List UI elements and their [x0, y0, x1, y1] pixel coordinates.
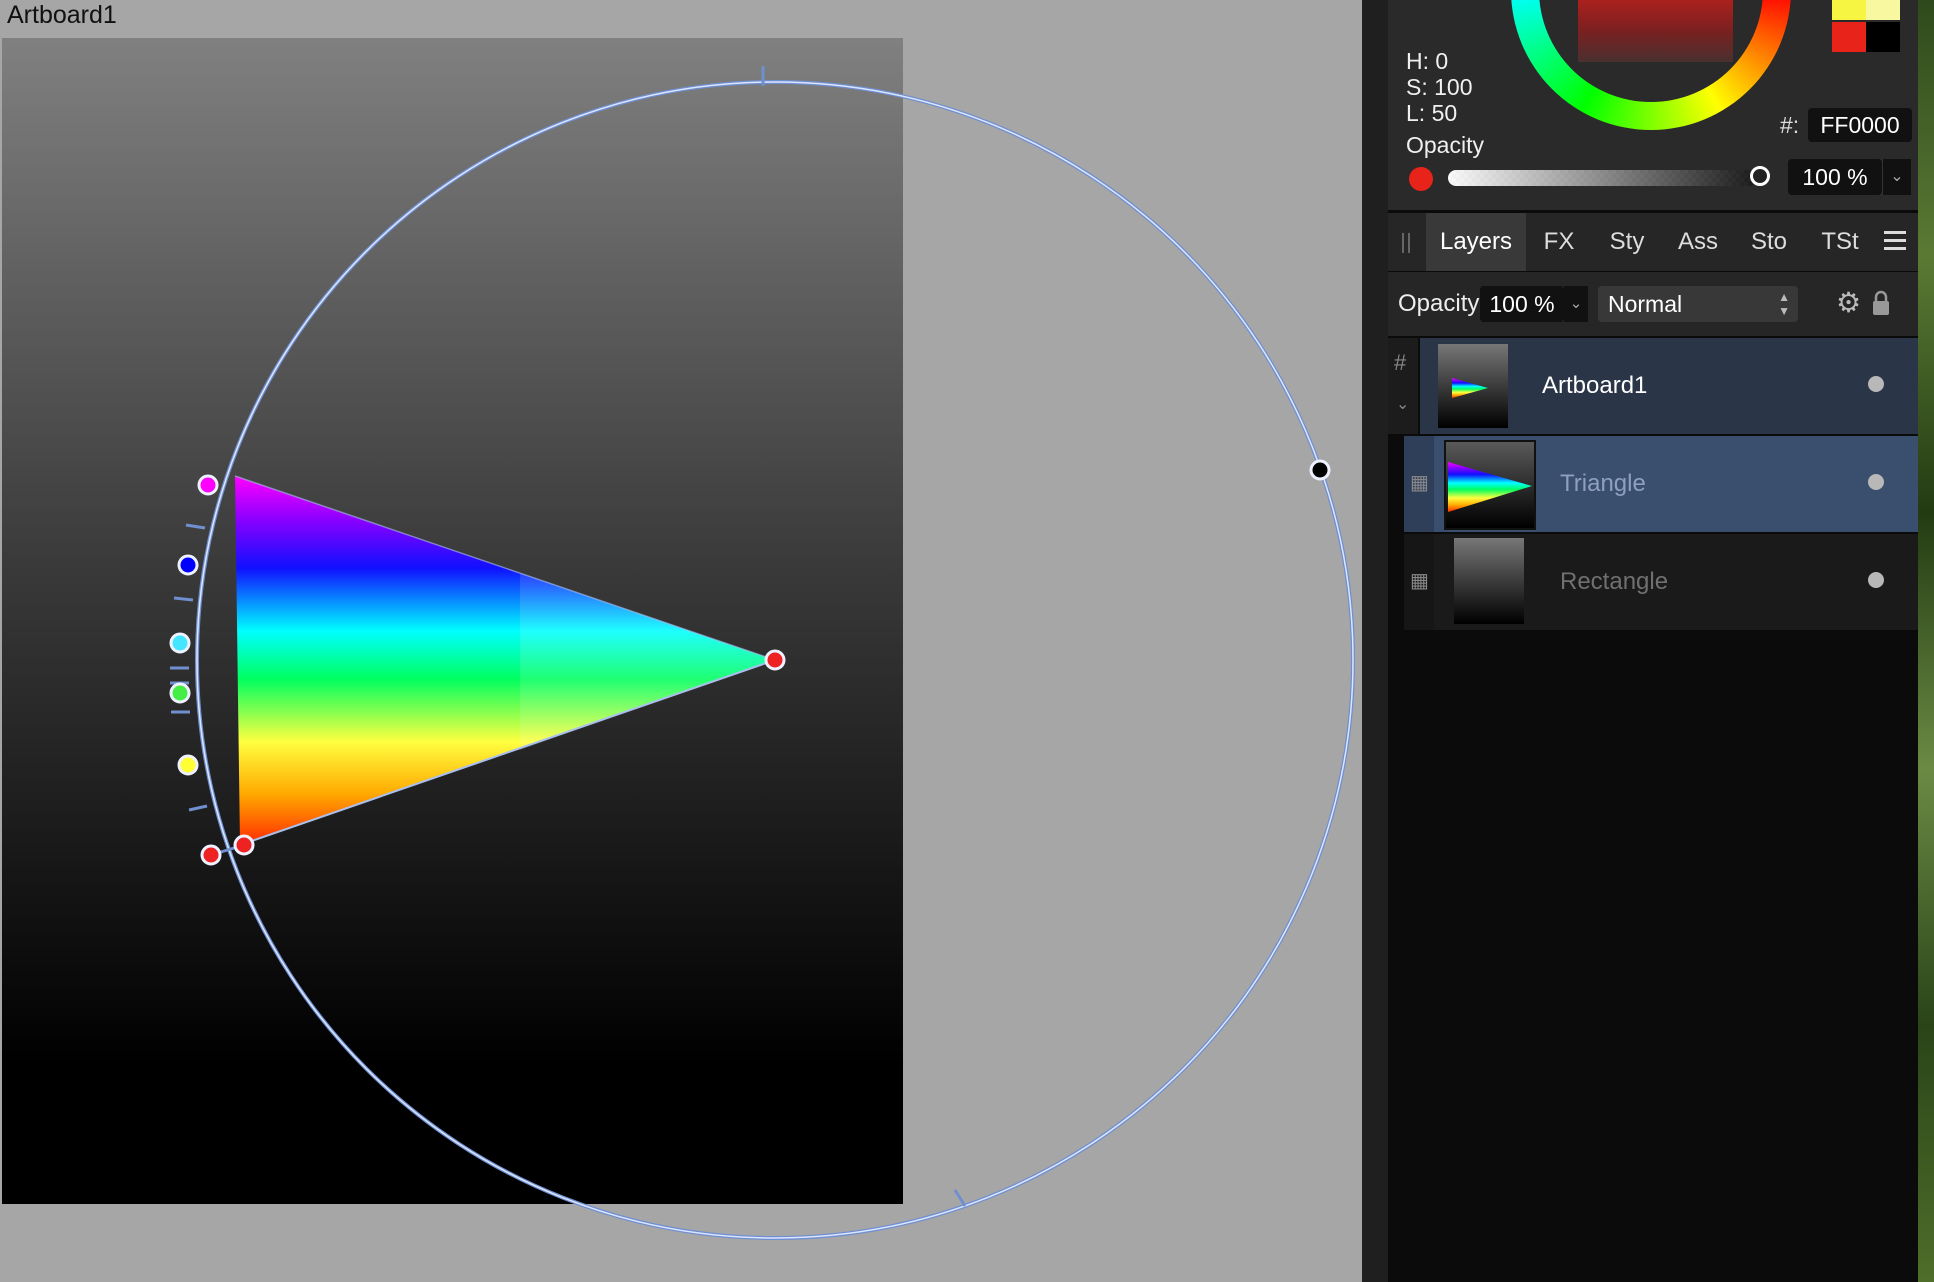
chevron-down-icon[interactable]: ⌄: [1396, 394, 1409, 414]
blend-mode-value: Normal: [1608, 291, 1683, 317]
circle-tick-bottom: [953, 1189, 967, 1207]
layer-opacity-field[interactable]: 100 %: [1480, 286, 1564, 322]
gradient-stop-cyan[interactable]: [169, 632, 191, 654]
opacity-value-field[interactable]: 100 %: [1788, 159, 1882, 195]
stop-tick: [188, 804, 208, 812]
layer-name: Artboard1: [1542, 372, 1648, 399]
swatch-light-yellow[interactable]: [1866, 0, 1900, 20]
indent-gutter: [1388, 534, 1404, 630]
stop-tick: [185, 523, 206, 530]
tab-assets[interactable]: Ass: [1664, 213, 1732, 271]
gear-icon[interactable]: ⚙: [1836, 288, 1861, 318]
triangle-thumbnail-shape: [1448, 462, 1532, 512]
gradient-stop-yellow[interactable]: [177, 754, 199, 776]
gradient-stop-red-end[interactable]: [200, 844, 222, 866]
gradient-stop-green[interactable]: [169, 682, 191, 704]
triangle-thumbnail: [1444, 440, 1536, 530]
panel-grip-icon[interactable]: [1402, 233, 1410, 253]
hex-label: #:: [1780, 112, 1800, 138]
visibility-dot[interactable]: [1868, 376, 1884, 392]
visibility-dot[interactable]: [1868, 572, 1884, 588]
opacity-heading: Opacity: [1406, 132, 1484, 158]
layer-opacity-label: Opacity:: [1398, 290, 1487, 317]
lock-icon[interactable]: [1872, 290, 1890, 316]
indent-gutter: [1388, 436, 1404, 532]
gradient-start-handle[interactable]: [233, 834, 255, 856]
layer-row-rectangle[interactable]: ▦ Rectangle: [1388, 534, 1918, 630]
canvas-area[interactable]: Artboard1: [0, 0, 1362, 1282]
background-window-edge: [1918, 0, 1934, 1282]
gradient-stop-blue[interactable]: [177, 554, 199, 576]
layers-toolbar: Opacity: 100 % ⌄ Normal ▲ ▼ ⚙: [1388, 272, 1918, 336]
gradient-center-handle[interactable]: [764, 649, 786, 671]
artboard-thumbnail-triangle: [1452, 378, 1488, 398]
saturation-lightness-picker[interactable]: [1578, 0, 1733, 62]
studio-tabs: Layers FX Sty Ass Sto TSt: [1388, 213, 1918, 271]
hamburger-menu-icon[interactable]: [1884, 231, 1906, 251]
rectangle-thumbnail: [1454, 538, 1524, 624]
tab-fx[interactable]: FX: [1528, 213, 1590, 271]
panel-divider: [1362, 0, 1388, 1282]
gradient-radius-handle[interactable]: [1309, 459, 1331, 481]
shape-type-icon: ▦: [1410, 570, 1429, 592]
saturation-readout: S: 100: [1406, 74, 1473, 100]
chevron-down-icon[interactable]: ⌄: [1564, 286, 1588, 322]
current-color-dot[interactable]: [1409, 167, 1433, 191]
updown-arrows-icon: ▲ ▼: [1778, 290, 1790, 318]
layer-name: Triangle: [1560, 470, 1646, 497]
blend-mode-select[interactable]: Normal ▲ ▼: [1598, 286, 1798, 322]
tab-layers[interactable]: Layers: [1426, 213, 1526, 271]
stop-tick: [173, 596, 194, 602]
swatch-red[interactable]: [1832, 22, 1866, 52]
opacity-slider[interactable]: [1448, 170, 1758, 186]
right-panel: H: 0 S: 100 L: 50 #: FF0000 Opacity 100 …: [1388, 0, 1918, 1282]
swatch-black[interactable]: [1866, 22, 1900, 52]
visibility-dot[interactable]: [1868, 474, 1884, 490]
chevron-down-icon[interactable]: ⌄: [1882, 159, 1911, 195]
color-panel: H: 0 S: 100 L: 50 #: FF0000 Opacity 100 …: [1388, 0, 1918, 210]
triangle-shade: [520, 573, 775, 750]
hex-input[interactable]: FF0000: [1808, 108, 1912, 142]
artboard-thumbnail: [1438, 344, 1508, 428]
tab-text-styles[interactable]: TSt: [1806, 213, 1874, 271]
layer-row-triangle[interactable]: ▦ Triangle: [1388, 436, 1918, 532]
tab-styles[interactable]: Sty: [1592, 213, 1662, 271]
artboard-icon: #: [1394, 350, 1407, 375]
tab-stock[interactable]: Sto: [1734, 213, 1804, 271]
opacity-slider-knob[interactable]: [1750, 166, 1770, 186]
hue-readout: H: 0: [1406, 48, 1449, 74]
swatch-yellow[interactable]: [1832, 0, 1866, 20]
layer-name: Rectangle: [1560, 568, 1669, 595]
layer-row-artboard[interactable]: # ⌄ Artboard1: [1388, 338, 1918, 434]
gradient-stop-magenta[interactable]: [197, 474, 219, 496]
gradient-overlay[interactable]: [0, 0, 1362, 1282]
shape-type-icon: ▦: [1410, 472, 1429, 494]
lightness-readout: L: 50: [1406, 100, 1458, 126]
